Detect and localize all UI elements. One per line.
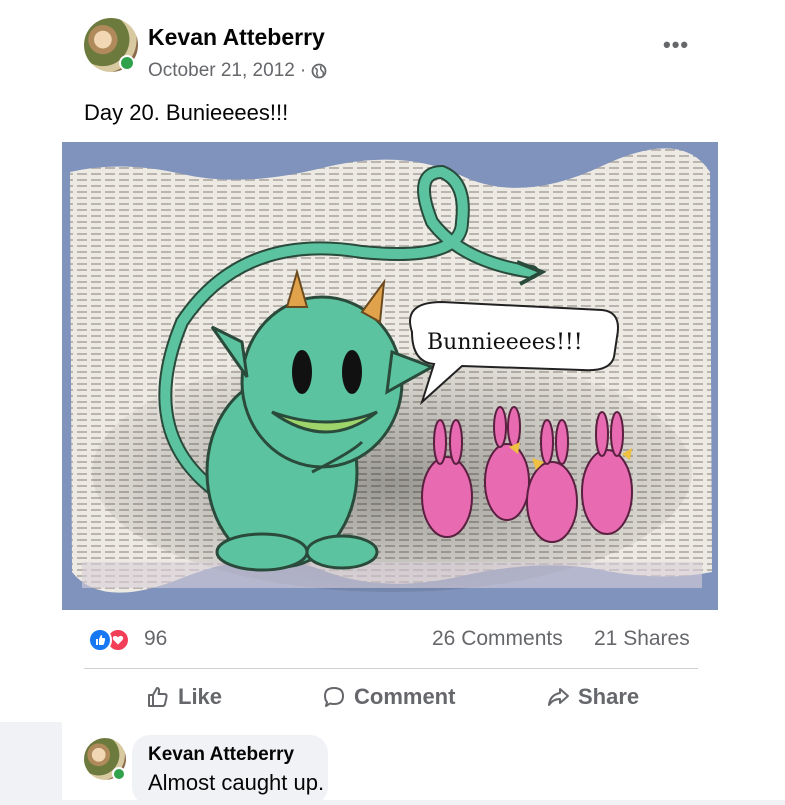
- speech-bubble-text: Bunnieeees!!!: [427, 330, 583, 355]
- author-name[interactable]: Kevan Atteberry: [148, 24, 325, 51]
- post-image[interactable]: Bunnieeees!!!: [62, 142, 718, 610]
- share-label: Share: [578, 684, 640, 709]
- online-status-icon: [119, 55, 135, 71]
- reaction-count[interactable]: 96: [144, 627, 167, 651]
- comment-author[interactable]: Kevan Atteberry: [148, 744, 294, 766]
- like-icon: [148, 687, 168, 707]
- comment-label: Comment: [354, 684, 456, 709]
- post-text: Day 20. Bunieeees!!!: [84, 100, 289, 125]
- commenter-online-icon: [112, 767, 126, 781]
- comment-icon: [324, 687, 344, 707]
- illustration: Bunnieeees!!!: [70, 148, 712, 593]
- comment-text: Almost caught up.: [148, 770, 325, 795]
- divider: [84, 668, 698, 669]
- comments-count[interactable]: 26 Comments: [432, 627, 563, 651]
- date-separator: ·: [299, 60, 307, 81]
- comment-button[interactable]: Comment: [322, 684, 455, 710]
- post-date[interactable]: October 21, 2012: [148, 60, 295, 82]
- share-button[interactable]: Share: [546, 684, 639, 710]
- share-icon: [548, 688, 569, 706]
- like-label: Like: [178, 684, 223, 709]
- more-options-icon[interactable]: •••: [663, 32, 689, 58]
- post-card: Kevan Atteberry October 21, 2012 · ••• D…: [0, 0, 785, 722]
- shares-count[interactable]: 21 Shares: [594, 627, 690, 651]
- comment-bubble[interactable]: Kevan Atteberry Almost caught up.: [132, 735, 328, 805]
- post-date-line[interactable]: October 21, 2012 ·: [148, 60, 327, 82]
- like-button[interactable]: Like: [146, 684, 222, 710]
- globe-icon: [311, 63, 327, 79]
- like-reaction-icon[interactable]: [88, 628, 112, 652]
